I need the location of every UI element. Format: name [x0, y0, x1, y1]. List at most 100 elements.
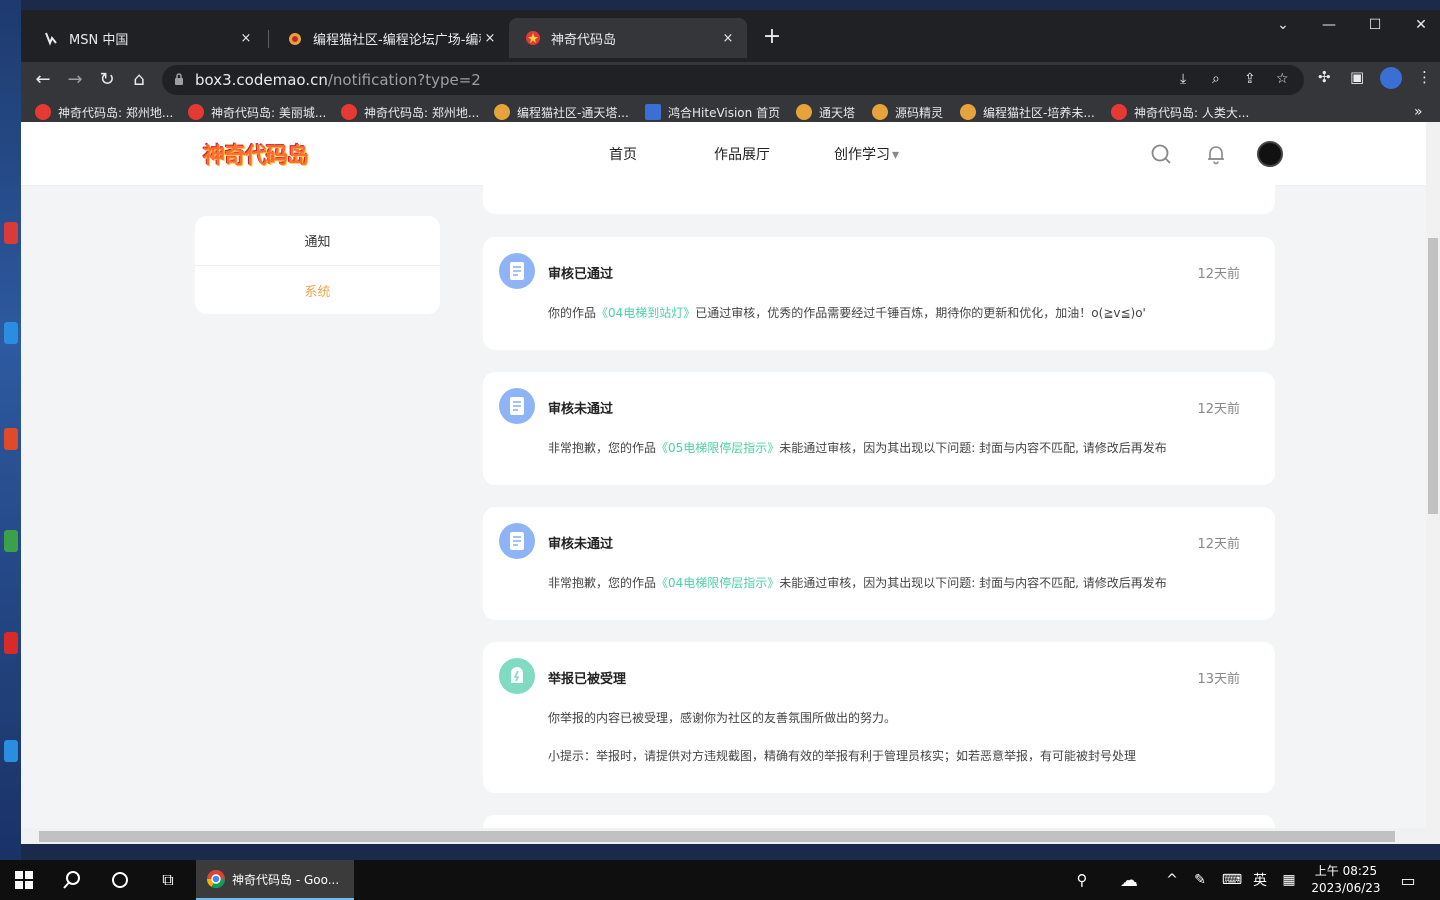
desktop-shortcut-icon[interactable] [4, 632, 18, 654]
box3-favicon-icon [526, 31, 540, 45]
desktop-shortcut-icon[interactable] [4, 322, 18, 344]
notification-center-icon[interactable]: ▭ [1394, 860, 1422, 900]
tab-close-icon[interactable]: × [481, 31, 499, 46]
scrollbar-thumb[interactable] [1428, 238, 1438, 514]
notification-sidebar: 通知 系统 [195, 216, 440, 314]
body-prefix: 非常抱歉，您的作品 [548, 576, 657, 590]
back-icon[interactable]: ← [29, 66, 57, 94]
bookmark-star-icon[interactable]: ☆ [1276, 71, 1289, 87]
user-avatar[interactable] [1257, 141, 1283, 167]
work-link[interactable]: 《04电梯限停层指示》 [656, 576, 779, 590]
ime-grid-icon[interactable]: ▦ [1277, 860, 1301, 900]
bookmark-item[interactable]: 神奇代码岛: 郑州地... [35, 103, 173, 121]
bookmark-item[interactable]: 源码精灵 [872, 103, 943, 121]
scrollbar-thumb[interactable] [39, 831, 1395, 842]
work-link[interactable]: 《05电梯限停层指示》 [656, 441, 779, 455]
close-window-icon[interactable]: ✕ [1398, 10, 1440, 42]
body-suffix: 未能通过审核，因为其出现以下问题: 封面与内容不匹配, 请修改后再发布 [779, 576, 1167, 590]
reload-icon[interactable]: ↻ [93, 66, 121, 94]
maximize-icon[interactable]: ☐ [1352, 10, 1398, 42]
bookmark-item[interactable]: 神奇代码岛: 人类大... [1111, 103, 1249, 121]
menu-kebab-icon[interactable]: ⋮ [1417, 68, 1432, 86]
notification-time: 12天前 [1197, 267, 1240, 282]
side-panel-icon[interactable]: ▣ [1350, 68, 1364, 86]
notification-body: 非常抱歉，您的作品《04电梯限停层指示》未能通过审核，因为其出现以下问题: 封面… [548, 574, 1167, 591]
document-icon [499, 253, 535, 289]
bookmark-item[interactable]: 神奇代码岛: 美丽城... [188, 103, 326, 121]
bookmark-item[interactable]: 通天塔 [796, 103, 855, 121]
url-path: /notification?type=2 [327, 71, 481, 89]
notification-title: 审核未通过 [548, 537, 614, 552]
extensions-icon[interactable]: ✣ [1318, 68, 1331, 86]
install-app-icon[interactable]: ⤓ [1180, 71, 1186, 87]
share-icon[interactable]: ⇪ [1244, 71, 1256, 87]
bookmark-label: 编程猫社区-通天塔... [517, 105, 629, 120]
bookmark-item[interactable]: 编程猫社区-培养未... [960, 103, 1095, 121]
taskbar-app-label: 神奇代码岛 - Goo... [232, 872, 340, 887]
bookmarks-overflow-icon[interactable]: » [1414, 103, 1423, 121]
chevron-up-icon[interactable]: ^ [1160, 860, 1184, 900]
address-bar[interactable]: box3.codemao.cn/notification?type=2 ⤓ ⌕ … [162, 65, 1304, 95]
nav-learn[interactable]: 创作学习 ▾ [834, 144, 899, 164]
document-icon [499, 523, 535, 559]
body-suffix: 未能通过审核，因为其出现以下问题: 封面与内容不匹配, 请修改后再发布 [779, 441, 1167, 455]
desktop-shortcut-icon[interactable] [4, 428, 18, 450]
notification-title: 举报已被受理 [548, 672, 627, 687]
desktop-shortcut-icon[interactable] [4, 740, 18, 762]
tab-msn[interactable]: MSN 中国 × [27, 18, 265, 58]
desktop-shortcut-icon[interactable] [4, 222, 18, 244]
codemao-favicon-icon [289, 33, 301, 45]
tab-codemao-forum[interactable]: 编程猫社区-编程论坛广场-编程学 × [271, 18, 509, 58]
document-icon [499, 388, 535, 424]
profile-avatar-icon[interactable] [1380, 67, 1402, 89]
nav-gallery[interactable]: 作品展厅 [714, 144, 770, 164]
sidebar-item-notice[interactable]: 通知 [195, 216, 440, 265]
body-prefix: 你的作品 [548, 306, 597, 320]
weather-icon[interactable]: ☁ [1110, 860, 1148, 900]
home-icon[interactable]: ⌂ [125, 66, 153, 94]
forward-icon[interactable]: → [61, 66, 89, 94]
notification-body: 你的作品《04电梯到站灯》已通过审核，优秀的作品需要经过千锤百炼，期待你的更新和… [548, 304, 1146, 321]
site-logo[interactable]: 神奇代码岛 [203, 136, 309, 172]
bell-icon[interactable] [1205, 143, 1227, 165]
url-text[interactable]: box3.codemao.cn/notification?type=2 [195, 71, 481, 89]
pen-icon[interactable]: ✎ [1188, 860, 1212, 900]
browser-window: MSN 中国 × 编程猫社区-编程论坛广场-编程学 × 神奇代码岛 × + ⌄ … [21, 10, 1440, 844]
bookmark-label: 鸿合HiteVision 首页 [668, 105, 781, 120]
taskbar-chrome-app[interactable]: 神奇代码岛 - Goo... [196, 860, 354, 900]
ime-mode-indicator[interactable]: 英 [1248, 860, 1272, 900]
taskbar-clock[interactable]: 上午 08:25 2023/06/23 [1300, 863, 1392, 897]
nav-home[interactable]: 首页 [609, 144, 637, 164]
tab-box3-active[interactable]: 神奇代码岛 × [509, 18, 747, 58]
notification-card: 审核未通过 12天前 非常抱歉，您的作品《05电梯限停层指示》未能通过审核，因为… [483, 372, 1275, 485]
horizontal-scrollbar[interactable] [21, 828, 1426, 844]
notification-body: 非常抱歉，您的作品《05电梯限停层指示》未能通过审核，因为其出现以下问题: 封面… [548, 439, 1167, 456]
sidebar-item-system[interactable]: 系统 [195, 265, 440, 314]
keyboard-icon[interactable]: ⌨ [1218, 860, 1246, 900]
new-tab-button[interactable]: + [758, 24, 786, 52]
bookmark-item[interactable]: 编程猫社区-通天塔... [494, 103, 629, 121]
search-icon[interactable] [1150, 143, 1172, 165]
chrome-icon [207, 870, 225, 889]
desktop-background [0, 0, 21, 860]
task-view-icon[interactable]: ⧉ [144, 860, 192, 900]
bookmark-item[interactable]: 鸿合HiteVision 首页 [645, 103, 780, 121]
tab-close-icon[interactable]: × [237, 31, 255, 46]
tab-search-icon[interactable]: ⌄ [1260, 10, 1306, 42]
search-icon[interactable] [48, 860, 96, 900]
bookmark-item[interactable]: 神奇代码岛: 郑州地... [341, 103, 479, 121]
desktop-shortcut-icon[interactable] [4, 530, 18, 552]
people-icon[interactable]: ⚲ [1068, 860, 1096, 900]
box3-bookmark-icon [188, 104, 204, 120]
vertical-scrollbar[interactable] [1426, 122, 1440, 844]
cortana-icon[interactable] [96, 860, 144, 900]
clock-date: 2023/06/23 [1311, 881, 1381, 895]
windows-start-icon[interactable] [0, 860, 48, 900]
tab-close-icon[interactable]: × [719, 31, 737, 46]
notification-title: 审核未通过 [548, 402, 614, 417]
zoom-icon[interactable]: ⌕ [1212, 71, 1220, 87]
lock-icon[interactable] [174, 73, 184, 85]
minimize-icon[interactable]: — [1306, 10, 1352, 42]
clock-time: 上午 08:25 [1314, 864, 1378, 878]
work-link[interactable]: 《04电梯到站灯》 [596, 306, 695, 320]
